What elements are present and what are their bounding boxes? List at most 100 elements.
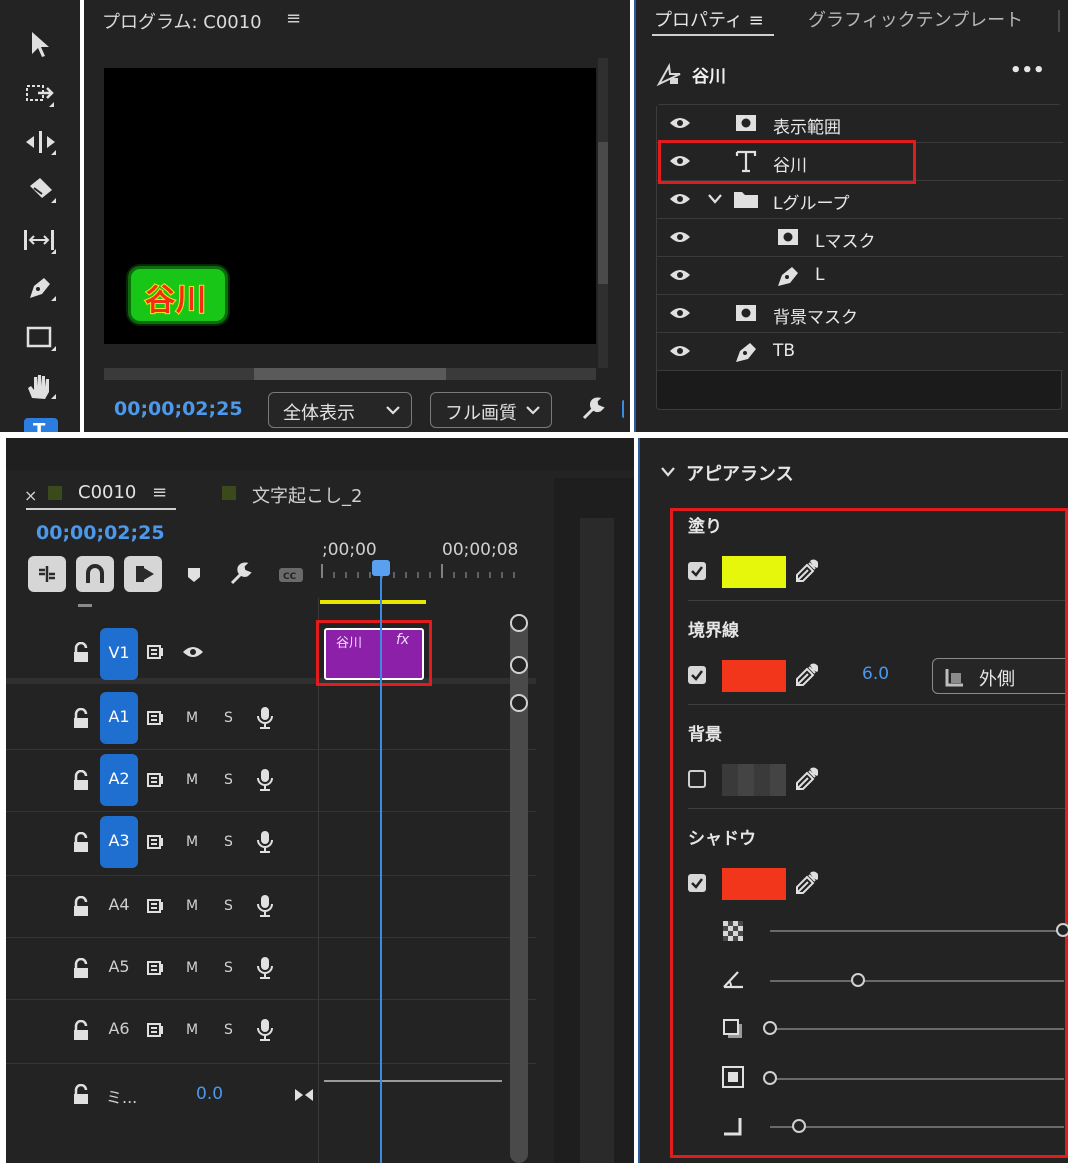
mute-button[interactable]: M (186, 710, 198, 726)
lock-icon[interactable] (72, 642, 90, 664)
tab-graphic-template[interactable]: グラフィックテンプレート (808, 6, 1023, 32)
monitor-title[interactable]: プログラム: C0010 (102, 8, 262, 34)
microphone-icon[interactable] (256, 894, 274, 918)
title-card[interactable]: 谷川 (128, 266, 228, 324)
more-options-icon[interactable]: ••• (1010, 60, 1045, 81)
lock-icon[interactable] (72, 896, 90, 918)
lock-icon[interactable] (72, 958, 90, 980)
tab-sequence[interactable]: C0010 (78, 482, 136, 503)
tab-sequence-2[interactable]: 文字起こし_2 (252, 482, 362, 508)
lock-icon[interactable] (72, 832, 90, 854)
slip-tool-icon[interactable] (22, 226, 58, 256)
solo-button[interactable]: S (224, 960, 233, 976)
wrench-icon[interactable] (228, 562, 252, 586)
wrench-icon[interactable] (580, 396, 606, 422)
microphone-icon[interactable] (256, 706, 274, 730)
eye-icon[interactable] (669, 267, 691, 283)
solo-button[interactable]: S (224, 772, 233, 788)
ripple-edit-icon[interactable] (24, 128, 58, 158)
sync-lock-icon[interactable] (146, 834, 166, 850)
solo-button[interactable]: S (224, 898, 233, 914)
sync-lock-icon[interactable] (146, 898, 166, 914)
track-target-a5[interactable]: A5 (100, 942, 138, 994)
playhead-timecode[interactable]: 00;00;02;25 (114, 398, 243, 420)
track-target-a6[interactable]: A6 (100, 1004, 138, 1056)
sequence-menu-icon[interactable]: ≡ (152, 482, 167, 503)
track-target-a2[interactable]: A2 (100, 754, 138, 806)
eye-icon[interactable] (182, 644, 204, 660)
pen-tool-icon[interactable] (24, 274, 58, 304)
playhead-line[interactable] (380, 568, 382, 1163)
eye-icon[interactable] (669, 191, 691, 207)
timeline-timecode[interactable]: 00;00;02;25 (36, 522, 165, 544)
layer-row[interactable]: 表示範囲 (657, 105, 1063, 143)
mute-button[interactable]: M (186, 834, 198, 850)
scrollbar-handle[interactable] (510, 656, 528, 674)
chevron-down-icon[interactable] (660, 466, 676, 478)
layer-row[interactable]: 背景マスク (657, 295, 1063, 333)
zoom-select[interactable]: 全体表示 (268, 392, 412, 428)
angle-slider-track[interactable] (770, 980, 1064, 982)
microphone-icon[interactable] (256, 956, 274, 980)
captions-icon[interactable]: CC (278, 566, 304, 584)
lock-icon[interactable] (72, 770, 90, 792)
close-tab-icon[interactable]: × (24, 486, 37, 505)
sync-lock-icon[interactable] (146, 772, 166, 788)
layer-row[interactable]: L (657, 257, 1063, 295)
track-target-v1[interactable]: V1 (100, 628, 138, 680)
size-slider-knob[interactable] (763, 1071, 777, 1085)
eye-icon[interactable] (669, 343, 691, 359)
mute-button[interactable]: M (186, 772, 198, 788)
mute-button[interactable]: M (186, 960, 198, 976)
mute-button[interactable]: M (186, 898, 198, 914)
eye-icon[interactable] (669, 115, 691, 131)
sync-lock-icon[interactable] (146, 1022, 166, 1038)
layer-row[interactable]: TB (657, 333, 1063, 371)
layer-row[interactable]: Lマスク (657, 219, 1063, 257)
mix-volume-value[interactable]: 0.0 (196, 1084, 223, 1104)
microphone-icon[interactable] (256, 1018, 274, 1042)
sync-lock-icon[interactable] (146, 960, 166, 976)
sync-lock-icon[interactable] (146, 710, 166, 726)
quality-select[interactable]: フル画質 (430, 392, 552, 428)
razor-tool-icon[interactable] (24, 176, 58, 206)
track-target-a4[interactable]: A4 (100, 880, 138, 932)
track-select-forward-icon[interactable] (24, 80, 58, 110)
track-target-a3[interactable]: A3 (100, 816, 138, 868)
scrollbar-handle[interactable] (510, 694, 528, 712)
sync-lock-icon[interactable] (146, 644, 166, 660)
opacity-slider-track[interactable] (770, 930, 1064, 932)
appearance-title[interactable]: アピアランス (686, 460, 794, 486)
horizontal-scrollbar-thumb[interactable] (254, 368, 446, 380)
blur-slider-track[interactable] (770, 1126, 1064, 1128)
tab-properties[interactable]: プロパティ ≡ (654, 6, 764, 32)
solo-button[interactable]: S (224, 710, 233, 726)
vertical-scrollbar-thumb[interactable] (598, 142, 608, 284)
selection-tool-icon[interactable] (28, 30, 52, 60)
monitor-menu-icon[interactable]: ≡ (286, 8, 301, 29)
lock-icon[interactable] (72, 1084, 90, 1106)
mute-button[interactable]: M (186, 1022, 198, 1038)
microphone-icon[interactable] (256, 830, 274, 854)
type-tool-button[interactable]: T (24, 418, 58, 432)
lock-icon[interactable] (72, 1020, 90, 1042)
playhead-handle[interactable] (372, 560, 390, 576)
add-marker-icon[interactable] (186, 566, 202, 584)
layer-row[interactable]: Lグループ (657, 181, 1063, 219)
chevron-down-icon[interactable] (707, 193, 723, 205)
size-slider-track[interactable] (770, 1078, 1064, 1080)
work-area-bar[interactable] (320, 600, 426, 604)
scrollbar-handle[interactable] (510, 614, 528, 632)
insert-nest-button[interactable] (28, 556, 66, 592)
microphone-icon[interactable] (256, 768, 274, 792)
track-collapse-handle[interactable] (78, 604, 92, 607)
opacity-slider-knob[interactable] (1056, 923, 1068, 937)
go-to-in-out-icon[interactable] (294, 1088, 314, 1102)
solo-button[interactable]: S (224, 834, 233, 850)
rectangle-tool-icon[interactable] (24, 324, 58, 354)
linked-selection-button[interactable] (124, 556, 162, 592)
lock-icon[interactable] (72, 708, 90, 730)
time-ruler[interactable] (320, 564, 520, 580)
hand-tool-icon[interactable] (24, 372, 58, 402)
eye-icon[interactable] (669, 229, 691, 245)
